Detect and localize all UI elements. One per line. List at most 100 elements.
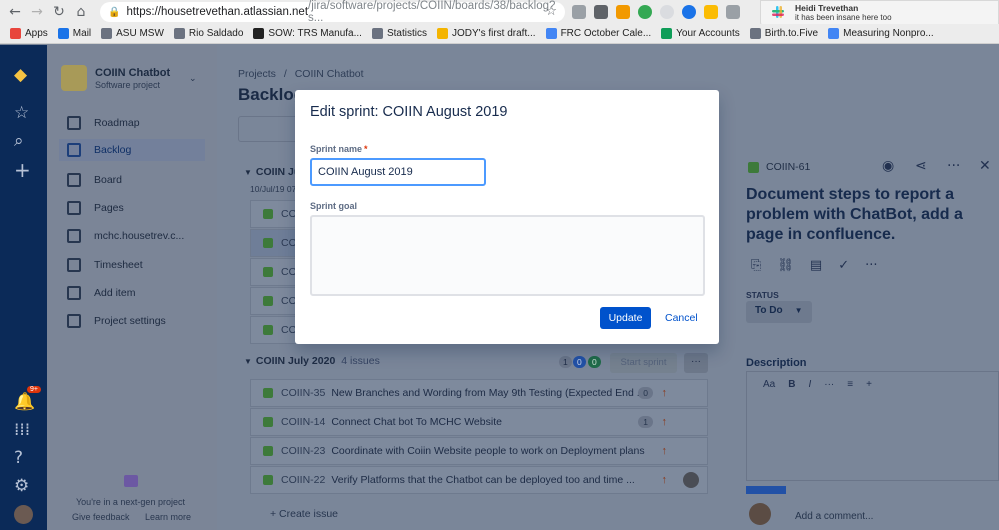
story-type-icon [748, 162, 759, 173]
app-switcher-icon[interactable]: ⁞⁞⁞ [14, 420, 30, 440]
settings-icon[interactable]: ⚙ [14, 476, 29, 496]
issue-key: COIIN-22 [281, 474, 326, 486]
close-icon[interactable]: ✕ [979, 158, 991, 174]
share-icon[interactable]: ⋖ [915, 158, 927, 174]
project-name[interactable]: COIIN Chatbot [95, 67, 170, 79]
help-icon[interactable]: ? [14, 448, 23, 468]
status-dropdown[interactable]: To Do ▼ [746, 301, 812, 323]
more-actions-icon[interactable]: ··· [865, 258, 877, 273]
list-icon[interactable]: ≡ [847, 379, 853, 390]
project-switcher-chevron-icon[interactable]: ⌄ [189, 73, 197, 84]
start-sprint-button[interactable]: Start sprint [610, 353, 677, 373]
bookmark-item[interactable]: FRC October Cale... [545, 28, 652, 39]
bold-icon[interactable]: B [788, 379, 795, 390]
update-button[interactable]: Update [600, 307, 651, 329]
pages-icon [67, 200, 81, 215]
bookmark-favicon-icon [749, 28, 761, 39]
forward-icon[interactable]: → [26, 4, 48, 20]
todo-estimate: 1 [559, 356, 572, 368]
sprint-name-label: Sprint name * [310, 144, 368, 154]
issue-summary: Verify Platforms that the Chatbot can be… [331, 474, 635, 486]
search-icon[interactable]: ⌕ [14, 131, 24, 151]
back-icon[interactable]: ← [4, 4, 26, 20]
bookmark-star-icon[interactable]: ☆ [545, 4, 557, 19]
bookmark-item[interactable]: Your Accounts [661, 28, 740, 39]
sprint-header-july-2020[interactable]: ▼ COIIN July 2020 4 issues [244, 355, 380, 367]
notifications-icon[interactable]: 🔔 [14, 392, 35, 412]
sidebar-item-roadmap[interactable]: Roadmap [67, 116, 140, 130]
bookmark-item[interactable]: Statistics [371, 28, 427, 39]
url-host: https://housetrevethan.atlassian.net [126, 6, 309, 18]
sprint-goal-textarea[interactable] [310, 215, 705, 296]
starred-icon[interactable]: ☆ [14, 103, 29, 123]
sidebar-item-mchc-link[interactable]: mchc.housetrev.c... [67, 229, 184, 244]
extension-icon[interactable] [572, 5, 586, 19]
attach-icon[interactable]: ⎘ [751, 258, 761, 273]
bookmark-item[interactable]: Rio Saldado [173, 28, 243, 39]
sidebar-item-timesheet[interactable]: Timesheet [67, 257, 143, 272]
sprint-header[interactable]: ▼ COIIN Ju [244, 166, 300, 178]
done-estimate: 0 [588, 356, 601, 368]
sidebar-item-label: Project settings [94, 315, 166, 328]
issue-key[interactable]: COIIN-61 [766, 161, 810, 173]
url-bar[interactable]: 🔒 https://housetrevethan.atlassian.net/j… [100, 0, 565, 24]
extension-icon[interactable] [638, 5, 652, 19]
bookmark-item[interactable]: SOW: TRS Manufa... [253, 28, 362, 39]
check-icon[interactable]: ✓ [838, 258, 849, 273]
story-type-icon [263, 209, 273, 219]
create-icon[interactable]: + [14, 158, 31, 182]
bookmark-item[interactable]: ASU MSW [101, 28, 164, 39]
extension-icon[interactable] [594, 5, 608, 19]
jira-logo-icon[interactable]: ◆ [14, 65, 27, 85]
story-type-icon [263, 417, 273, 427]
extension-icon[interactable] [616, 5, 630, 19]
backlog-issue-row[interactable]: COIIN-22 Verify Platforms that the Chatbo… [250, 466, 708, 494]
backlog-issue-row[interactable]: COIIN-14 Connect Chat bot To MCHC Website… [250, 408, 708, 436]
breadcrumb-projects[interactable]: Projects [238, 68, 276, 80]
bookmark-label: FRC October Cale... [560, 28, 652, 39]
sprint-name-input[interactable] [310, 158, 486, 186]
sidebar-item-board[interactable]: Board [67, 172, 122, 187]
create-issue-button[interactable]: + Create issue [270, 508, 338, 520]
user-avatar[interactable] [14, 505, 33, 524]
bookmark-label: Birth.to.Five [764, 28, 819, 39]
bookmark-favicon-icon [436, 28, 448, 39]
page-icon[interactable]: ▤ [810, 258, 822, 273]
cancel-button[interactable]: Cancel [661, 307, 702, 329]
more-options-icon[interactable]: ··· [947, 158, 960, 174]
search-box[interactable] [238, 116, 298, 142]
bookmark-item[interactable]: Mail [57, 28, 92, 39]
backlog-issue-row[interactable]: COIIN-35 New Branches and Wording from Ma… [250, 379, 708, 407]
give-feedback-link[interactable]: Give feedback [72, 512, 130, 522]
breadcrumb-project[interactable]: COIIN Chatbot [295, 68, 364, 80]
sprint-estimates: 1 0 0 [559, 356, 607, 370]
watch-icon[interactable]: ◉ [882, 158, 894, 174]
sidebar-item-backlog[interactable]: Backlog [59, 139, 205, 162]
extension-icon[interactable] [704, 5, 718, 19]
link-icon[interactable]: ⛓ [777, 258, 794, 273]
bookmark-item[interactable]: Apps [10, 28, 48, 39]
issue-title[interactable]: Document steps to report a problem with … [746, 185, 996, 245]
sidebar-item-pages[interactable]: Pages [67, 200, 124, 215]
insert-icon[interactable]: + [866, 379, 872, 390]
learn-more-link[interactable]: Learn more [145, 512, 191, 522]
bookmark-item[interactable]: Measuring Nonpro... [828, 28, 934, 39]
reload-icon[interactable]: ↻ [48, 4, 70, 20]
text-style-dropdown[interactable]: Aa [763, 379, 775, 390]
extension-icon[interactable] [660, 5, 674, 19]
italic-icon[interactable]: I [808, 379, 811, 390]
bookmark-item[interactable]: JODY's first draft... [436, 28, 536, 39]
sidebar-item-add-item[interactable]: Add item [67, 285, 135, 300]
sprint-more-icon[interactable]: ··· [684, 353, 708, 373]
sidebar-item-project-settings[interactable]: Project settings [67, 314, 166, 329]
home-icon[interactable]: ⌂ [70, 4, 92, 20]
bookmark-label: Mail [72, 28, 92, 39]
save-button-partial[interactable] [746, 486, 786, 494]
extension-icon[interactable] [726, 5, 740, 19]
backlog-issue-row[interactable]: COIIN-23 Coordinate with Coiin Website pe… [250, 437, 708, 465]
extension-icon[interactable] [682, 5, 696, 19]
more-formatting-icon[interactable]: ··· [824, 379, 834, 390]
bookmark-item[interactable]: Birth.to.Five [749, 28, 819, 39]
global-nav-rail: ◆ ☆ ⌕ + 🔔 9+ ⁞⁞⁞ ? ⚙ [0, 45, 47, 530]
comment-input[interactable]: Add a comment... [795, 511, 873, 522]
